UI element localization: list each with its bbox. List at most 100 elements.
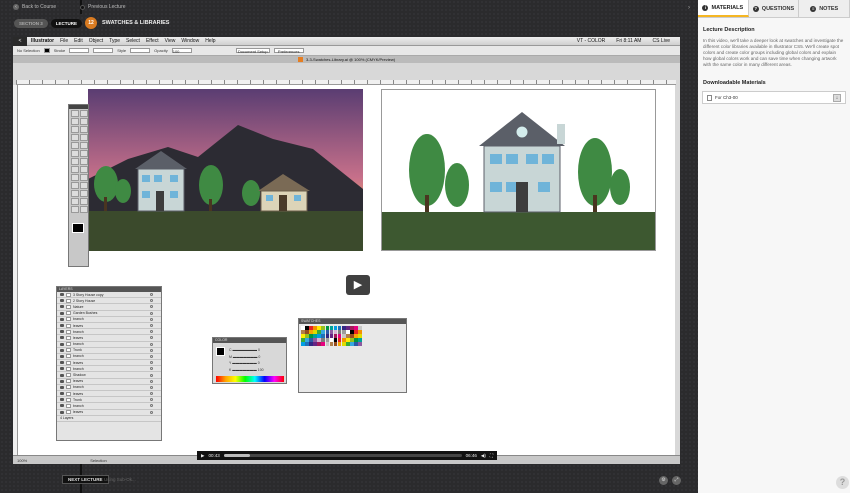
swatch-chip[interactable]	[354, 330, 358, 334]
swatch-chip[interactable]	[346, 326, 350, 330]
eraser-tool-icon[interactable]	[80, 150, 88, 157]
swatch-chip[interactable]	[337, 338, 342, 342]
next-lecture-button[interactable]: NEXT LECTURE	[62, 475, 109, 484]
download-item[interactable]: For Ch3-00 ↓	[702, 91, 846, 104]
target-icon[interactable]	[150, 373, 153, 377]
blend-tool-icon[interactable]	[80, 190, 88, 197]
swatch-chip[interactable]	[333, 334, 338, 338]
swatch-chip[interactable]	[317, 326, 321, 330]
volume-icon[interactable]: ◀)	[481, 453, 486, 459]
target-icon[interactable]	[150, 317, 153, 321]
swatch-chip[interactable]	[313, 338, 317, 342]
fullscreen-icon[interactable]: ⛶	[490, 453, 493, 458]
swatch-chip[interactable]	[317, 342, 321, 346]
swatch-chip[interactable]	[337, 334, 342, 338]
visibility-icon[interactable]	[60, 317, 64, 321]
swatch-chip[interactable]	[329, 334, 334, 338]
target-icon[interactable]	[150, 342, 153, 346]
swatch-chip[interactable]	[305, 330, 309, 334]
pencil-tool-icon[interactable]	[80, 142, 88, 149]
hand-tool-icon[interactable]	[71, 206, 79, 213]
target-icon[interactable]	[150, 379, 153, 383]
download-icon[interactable]: ↓	[833, 93, 841, 102]
collapse-sidebar-icon[interactable]: ›	[688, 5, 690, 11]
black-value[interactable]: 100	[258, 368, 264, 372]
swatch-chip[interactable]	[333, 326, 338, 330]
swatch-chip[interactable]	[341, 330, 346, 334]
swatch-chip[interactable]	[341, 342, 346, 346]
swatch-chip[interactable]	[309, 334, 313, 338]
swatch-chip[interactable]	[346, 334, 350, 338]
swatch-chip[interactable]	[309, 330, 313, 334]
swatch-chip[interactable]	[317, 338, 321, 342]
swatch-chip[interactable]	[317, 334, 321, 338]
graph-tool-icon[interactable]	[80, 174, 88, 181]
swatch-chip[interactable]	[321, 342, 326, 346]
visibility-icon[interactable]	[60, 392, 64, 396]
rotate-tool-icon[interactable]	[71, 158, 79, 165]
swatch-chip[interactable]	[313, 330, 317, 334]
brush-tool-icon[interactable]	[71, 142, 79, 149]
swatch-chip[interactable]	[301, 330, 305, 334]
free-transform-tool-icon[interactable]	[80, 166, 88, 173]
gradient-tool-icon[interactable]	[80, 182, 88, 189]
swatch-chip[interactable]	[317, 330, 321, 334]
swatch-chip[interactable]	[313, 334, 317, 338]
target-icon[interactable]	[150, 410, 153, 414]
scale-tool-icon[interactable]	[80, 158, 88, 165]
swatch-chip[interactable]	[333, 338, 338, 342]
swatch-chip[interactable]	[321, 334, 326, 338]
swatch-chip[interactable]	[337, 326, 342, 330]
target-icon[interactable]	[150, 324, 153, 328]
visibility-icon[interactable]	[60, 361, 64, 365]
visibility-icon[interactable]	[60, 342, 64, 346]
magenta-value[interactable]: 0	[258, 355, 260, 359]
video-screen[interactable]: < Illustrator File Edit Object Type Sele…	[13, 37, 680, 464]
swatch-chip[interactable]	[346, 342, 350, 346]
tab-questions[interactable]: ? QUESTIONS	[748, 0, 800, 17]
swatch-chip[interactable]	[325, 334, 330, 338]
visibility-icon[interactable]	[60, 336, 64, 340]
mesh-tool-icon[interactable]	[71, 182, 79, 189]
color-spectrum[interactable]	[216, 376, 284, 382]
swatch-chip[interactable]	[305, 338, 309, 342]
swatch-chip[interactable]	[341, 338, 346, 342]
visibility-icon[interactable]	[60, 299, 64, 303]
back-to-course-link[interactable]: ‹ Back to Course	[13, 4, 56, 10]
lasso-tool-icon[interactable]	[80, 118, 88, 125]
swatch-chip[interactable]	[301, 326, 305, 330]
visibility-icon[interactable]	[60, 379, 64, 383]
target-icon[interactable]	[150, 305, 153, 309]
visibility-icon[interactable]	[60, 330, 64, 334]
swatch-chip[interactable]	[325, 342, 330, 346]
visibility-icon[interactable]	[60, 311, 64, 315]
target-icon[interactable]	[150, 336, 153, 340]
swatch-chip[interactable]	[321, 338, 326, 342]
cyan-slider[interactable]: C ▬▬▬▬▬▬▬ 0	[229, 347, 264, 354]
target-icon[interactable]	[150, 367, 153, 371]
swatch-chip[interactable]	[358, 338, 362, 342]
pen-tool-icon[interactable]	[71, 126, 79, 133]
slice-tool-icon[interactable]	[80, 198, 88, 205]
target-icon[interactable]	[150, 330, 153, 334]
swatch-chip[interactable]	[309, 338, 313, 342]
zoom-tool-icon[interactable]	[80, 206, 88, 213]
swatch-chip[interactable]	[305, 334, 309, 338]
artboard-tool-icon[interactable]	[71, 198, 79, 205]
magic-wand-tool-icon[interactable]	[71, 118, 79, 125]
fill-stroke-icon[interactable]	[72, 223, 84, 233]
progress-bar[interactable]	[223, 454, 462, 457]
swatch-chip[interactable]	[313, 326, 317, 330]
rectangle-tool-icon[interactable]	[80, 134, 88, 141]
target-icon[interactable]	[150, 385, 153, 389]
swatch-chip[interactable]	[358, 326, 362, 330]
line-tool-icon[interactable]	[71, 134, 79, 141]
swatch-chip[interactable]	[358, 334, 362, 338]
swatch-chip[interactable]	[325, 330, 330, 334]
yellow-slider[interactable]: Y ▬▬▬▬▬▬▬ 0	[229, 360, 264, 367]
visibility-icon[interactable]	[60, 354, 64, 358]
direct-select-tool-icon[interactable]	[80, 110, 88, 117]
target-icon[interactable]	[150, 311, 153, 315]
swatch-chip[interactable]	[350, 334, 354, 338]
swatch-chip[interactable]	[305, 326, 309, 330]
